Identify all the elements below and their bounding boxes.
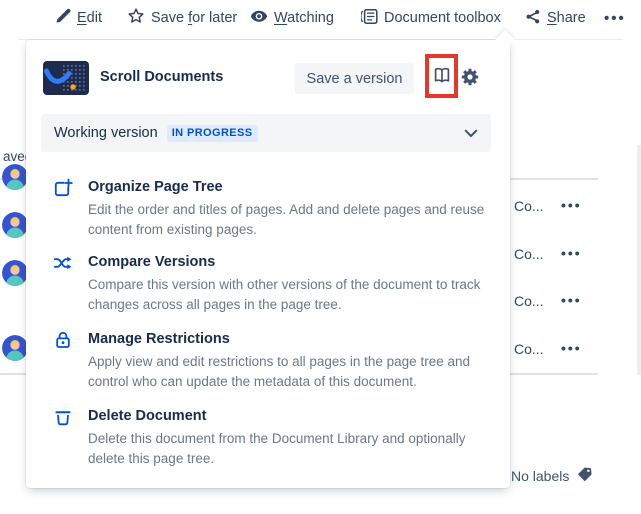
document-toolbox-icon bbox=[361, 8, 378, 29]
star-icon bbox=[127, 7, 145, 29]
avatar[interactable] bbox=[2, 260, 28, 286]
menu-item-title: Compare Versions bbox=[88, 252, 496, 272]
save-for-later-button[interactable]: Save for later bbox=[127, 7, 237, 29]
labels-button[interactable]: No labels bbox=[511, 466, 592, 486]
scroll-documents-logo bbox=[43, 61, 89, 95]
menu-item-description: Delete this document from the Document L… bbox=[88, 429, 496, 468]
scrollbar[interactable] bbox=[637, 145, 641, 375]
scroll-documents-popover: Scroll Documents Save a version Working … bbox=[26, 40, 510, 488]
menu-item-description: Compare this version with other versions… bbox=[88, 275, 496, 314]
document-toolbox-label: Document toolbox bbox=[384, 10, 501, 26]
more-actions-button[interactable]: ••• bbox=[604, 7, 626, 29]
status-badge: IN PROGRESS bbox=[167, 125, 258, 142]
watching-button[interactable]: Watching bbox=[250, 7, 334, 29]
menu-item-title: Organize Page Tree bbox=[88, 177, 496, 197]
open-book-icon bbox=[431, 64, 453, 89]
table-cell-truncated: Co... bbox=[514, 198, 544, 214]
share-icon bbox=[524, 8, 541, 29]
row-actions-button[interactable]: ••• bbox=[561, 340, 582, 356]
menu-item-text: Organize Page Tree Edit the order and ti… bbox=[88, 177, 496, 239]
edit-label: Edit bbox=[77, 10, 102, 26]
share-label: Share bbox=[547, 10, 586, 26]
watching-label: Watching bbox=[274, 10, 334, 26]
tag-icon bbox=[575, 466, 592, 486]
menu-item-text: Manage Restrictions Apply view and edit … bbox=[88, 329, 496, 391]
menu-item-manage-restrictions[interactable]: Manage Restrictions Apply view and edit … bbox=[53, 329, 501, 391]
app-title: Scroll Documents bbox=[100, 69, 223, 85]
organize-page-tree-icon bbox=[53, 177, 73, 239]
avatar[interactable] bbox=[2, 212, 28, 238]
menu-item-title: Manage Restrictions bbox=[88, 329, 496, 349]
menu-item-text: Delete Document Delete this document fro… bbox=[88, 406, 496, 468]
row-actions-button[interactable]: ••• bbox=[561, 197, 582, 213]
menu-item-organize-page-tree[interactable]: Organize Page Tree Edit the order and ti… bbox=[53, 177, 501, 239]
menu-item-compare-versions[interactable]: Compare Versions Compare this version wi… bbox=[53, 252, 501, 314]
document-toolbox-button[interactable]: Document toolbox bbox=[361, 7, 501, 29]
share-button[interactable]: Share bbox=[524, 7, 586, 29]
menu-item-text: Compare Versions Compare this version wi… bbox=[88, 252, 496, 314]
table-cell-truncated: Co... bbox=[514, 341, 544, 357]
lock-icon bbox=[53, 329, 73, 391]
no-labels-text: No labels bbox=[511, 468, 569, 484]
version-name: Working version bbox=[54, 125, 158, 141]
menu-item-delete-document[interactable]: Delete Document Delete this document fro… bbox=[53, 406, 501, 468]
save-a-version-button[interactable]: Save a version bbox=[295, 63, 414, 94]
chevron-down-icon bbox=[464, 129, 478, 138]
menu-item-description: Apply view and edit restrictions to all … bbox=[88, 352, 496, 391]
avatar[interactable] bbox=[2, 335, 28, 361]
avatar[interactable] bbox=[2, 164, 28, 190]
ellipsis-icon: ••• bbox=[604, 10, 626, 27]
gear-icon bbox=[459, 66, 481, 91]
menu-item-title: Delete Document bbox=[88, 406, 496, 426]
table-cell-truncated: Co... bbox=[514, 246, 544, 262]
annotation-highlight bbox=[425, 54, 458, 98]
trash-icon bbox=[53, 406, 73, 468]
menu-item-description: Edit the order and titles of pages. Add … bbox=[88, 200, 496, 239]
version-selector[interactable]: Working version IN PROGRESS bbox=[41, 114, 491, 152]
row-actions-button[interactable]: ••• bbox=[561, 245, 582, 261]
edit-button[interactable]: Edit bbox=[55, 7, 102, 29]
table-cell-truncated: Co... bbox=[514, 293, 544, 309]
document-library-button[interactable] bbox=[430, 64, 454, 88]
pencil-icon bbox=[55, 8, 71, 28]
confluence-page: Edit Save for later Watching Document to… bbox=[0, 0, 641, 514]
eye-icon bbox=[250, 10, 268, 27]
settings-button[interactable] bbox=[459, 67, 481, 89]
save-for-later-label: Save for later bbox=[151, 10, 237, 26]
row-actions-button[interactable]: ••• bbox=[561, 292, 582, 308]
compare-versions-icon bbox=[53, 252, 73, 314]
